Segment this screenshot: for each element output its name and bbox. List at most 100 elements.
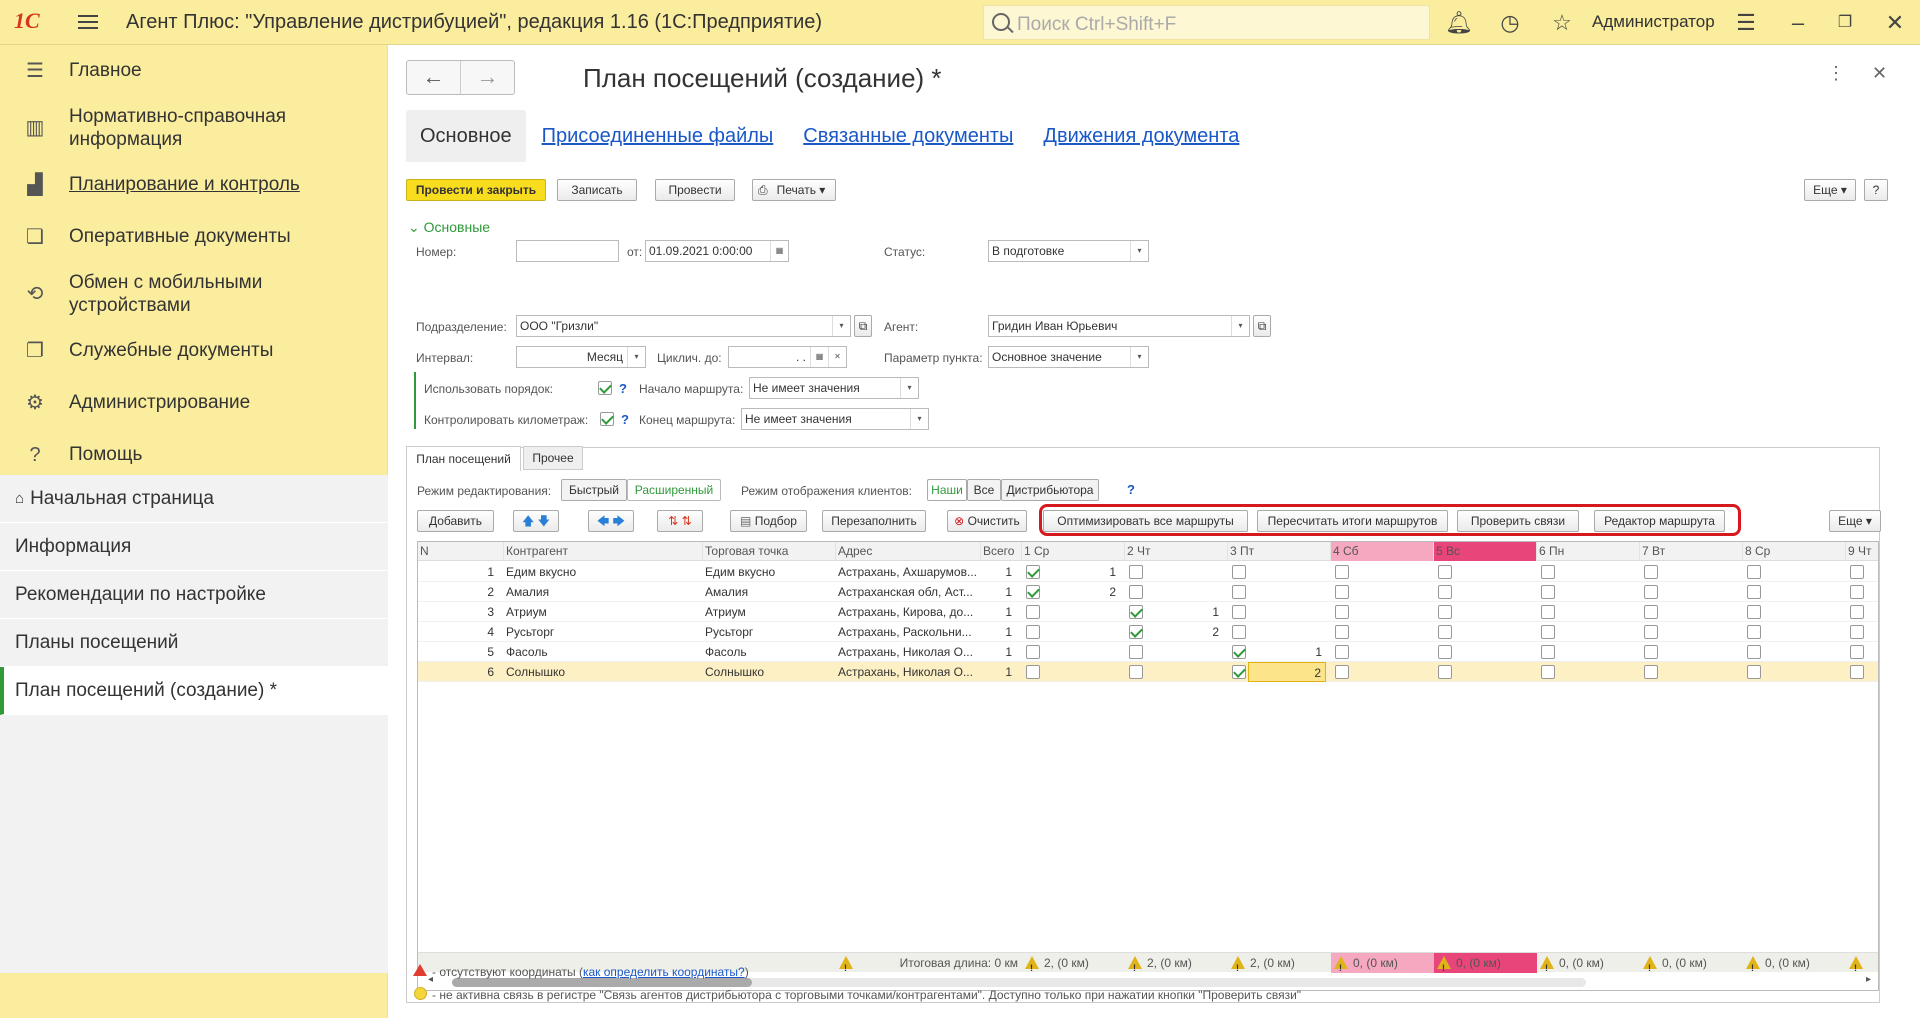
interval-select[interactable]: Месяц ▾	[516, 346, 646, 368]
col-day-2[interactable]: 2 Чт	[1125, 542, 1228, 561]
forward-arrow-icon[interactable]: →	[460, 61, 514, 94]
day-checkbox[interactable]	[1438, 605, 1452, 619]
day-checkbox[interactable]	[1850, 565, 1864, 579]
help-button[interactable]: ?	[1864, 179, 1888, 201]
table-row[interactable]: 3 Атриум Атриум Астрахань, Кирова, до... 1 1	[418, 602, 1878, 622]
day-checkbox[interactable]	[1850, 645, 1864, 659]
day-checkbox[interactable]	[1644, 665, 1658, 679]
sidebar-item-help[interactable]: ? Помощь	[0, 429, 387, 481]
chevron-down-icon[interactable]: ▾	[1130, 347, 1148, 367]
select-button[interactable]: ▤ Подбор	[730, 510, 807, 532]
day-checkbox[interactable]	[1026, 665, 1040, 679]
sidebar-item-planning[interactable]: ▟ Планирование и контроль	[0, 159, 387, 211]
chevron-down-icon[interactable]: ▾	[1231, 316, 1249, 336]
day-checkbox[interactable]	[1232, 665, 1246, 679]
cell-n[interactable]: 4	[418, 622, 504, 642]
open-division-icon[interactable]: ⧉	[854, 315, 872, 337]
col-point[interactable]: Торговая точка	[703, 542, 836, 561]
how-to-coordinates-link[interactable]: как определить координаты?	[583, 965, 745, 979]
control-km-checkbox[interactable]	[600, 412, 614, 426]
point-param-select[interactable]: Основное значение ▾	[988, 346, 1149, 368]
col-n[interactable]: N	[418, 542, 504, 561]
day-checkbox[interactable]	[1747, 665, 1761, 679]
table-row[interactable]: 4 Русьторг Русьторг Астрахань, Раскольни...…	[418, 622, 1878, 642]
global-search-input[interactable]: Поиск Ctrl+Shift+F	[983, 5, 1430, 40]
open-window-info[interactable]: Информация	[0, 523, 388, 571]
open-agent-icon[interactable]: ⧉	[1253, 315, 1271, 337]
col-day-5[interactable]: 5 Вс	[1434, 542, 1537, 561]
day-checkbox[interactable]	[1026, 625, 1040, 639]
day-checkbox[interactable]	[1129, 565, 1143, 579]
table-row[interactable]: 1 Едим вкусно Едим вкусно Астрахань, Ахшару…	[418, 562, 1878, 582]
cycle-date-field[interactable]: . . ▦ ✕	[728, 346, 847, 368]
open-window-visit-plans[interactable]: Планы посещений	[0, 619, 388, 667]
cell-order[interactable]: 2	[1248, 662, 1326, 682]
sidebar-item-reference[interactable]: ▥ Нормативно-справочная информация	[0, 97, 387, 159]
cell-total[interactable]: 1	[981, 662, 1022, 682]
clear-icon[interactable]: ✕	[828, 347, 846, 367]
day-checkbox[interactable]	[1747, 605, 1761, 619]
close-form-icon[interactable]: ✕	[1872, 63, 1887, 84]
add-row-button[interactable]: Добавить	[417, 510, 494, 532]
cell-address[interactable]: Астрахань, Раскольни...	[836, 622, 981, 642]
visit-plan-table[interactable]: N Контрагент Торговая точка Адрес Всего …	[417, 541, 1879, 991]
cell-n[interactable]: 6	[418, 662, 504, 682]
edit-mode-fast[interactable]: Быстрый	[561, 479, 627, 501]
day-checkbox[interactable]	[1129, 585, 1143, 599]
day-checkbox[interactable]	[1541, 585, 1555, 599]
day-checkbox[interactable]	[1644, 585, 1658, 599]
use-order-checkbox[interactable]	[598, 381, 612, 395]
open-window-visit-plan-create[interactable]: План посещений (создание) *	[0, 667, 388, 715]
day-checkbox[interactable]	[1335, 585, 1349, 599]
cell-address[interactable]: Астрахань, Ахшарумов...	[836, 562, 981, 582]
group-main-toggle[interactable]: ⌄ Основные	[408, 219, 490, 236]
home-page-link[interactable]: ⌂ Начальная страница	[0, 475, 388, 523]
help-question-icon[interactable]: ?	[621, 412, 629, 427]
calendar-icon[interactable]: ▦	[810, 347, 828, 367]
day-checkbox[interactable]	[1026, 565, 1040, 579]
cell-contractor[interactable]: Фасоль	[504, 642, 703, 662]
day-checkbox[interactable]	[1026, 645, 1040, 659]
day-checkbox[interactable]	[1850, 625, 1864, 639]
display-mode-ours[interactable]: Наши	[927, 479, 967, 501]
more-actions-icon[interactable]: ⋮	[1827, 63, 1845, 84]
day-checkbox[interactable]	[1850, 585, 1864, 599]
day-checkbox[interactable]	[1644, 645, 1658, 659]
col-day-3[interactable]: 3 Пт	[1228, 542, 1331, 561]
day-checkbox[interactable]	[1541, 625, 1555, 639]
col-day-7[interactable]: 7 Вт	[1640, 542, 1743, 561]
save-button[interactable]: Записать	[557, 179, 637, 201]
route-start-select[interactable]: Не имеет значения ▾	[749, 377, 919, 399]
calendar-icon[interactable]: ▦	[770, 241, 788, 261]
cell-contractor[interactable]: Едим вкусно	[504, 562, 703, 582]
tab-visit-plan[interactable]: План посещений	[406, 446, 521, 471]
display-mode-all[interactable]: Все	[967, 479, 1001, 501]
chevron-down-icon[interactable]: ▾	[627, 347, 645, 367]
day-checkbox[interactable]	[1129, 625, 1143, 639]
table-row[interactable]: 6 Солнышко Солнышко Астрахань, Николая О...…	[418, 662, 1878, 682]
day-checkbox[interactable]	[1747, 565, 1761, 579]
help-question-icon[interactable]: ?	[1127, 482, 1135, 497]
day-checkbox[interactable]	[1541, 565, 1555, 579]
post-button[interactable]: Провести	[655, 179, 735, 201]
tab-main[interactable]: Основное	[406, 110, 526, 162]
sidebar-item-main[interactable]: ☰ Главное	[0, 45, 387, 97]
cell-order[interactable]: 2	[1042, 582, 1120, 602]
col-day-6[interactable]: 6 Пн	[1537, 542, 1640, 561]
cell-total[interactable]: 1	[981, 582, 1022, 602]
date-field[interactable]: 01.09.2021 0:00:00 ▦	[645, 240, 789, 262]
settings-menu-icon[interactable]: ☰	[1733, 10, 1759, 36]
scroll-right-icon[interactable]: ▸	[1866, 974, 1871, 985]
star-icon[interactable]: ☆	[1549, 10, 1575, 36]
refill-button[interactable]: Перезаполнить	[822, 510, 926, 532]
cell-total[interactable]: 1	[981, 642, 1022, 662]
cell-total[interactable]: 1	[981, 622, 1022, 642]
day-checkbox[interactable]	[1438, 645, 1452, 659]
col-day-8[interactable]: 8 Ср	[1743, 542, 1846, 561]
day-checkbox[interactable]	[1335, 565, 1349, 579]
day-checkbox[interactable]	[1850, 605, 1864, 619]
day-checkbox[interactable]	[1335, 605, 1349, 619]
day-checkbox[interactable]	[1232, 645, 1246, 659]
cell-n[interactable]: 2	[418, 582, 504, 602]
back-arrow-icon[interactable]: ←	[407, 61, 460, 94]
